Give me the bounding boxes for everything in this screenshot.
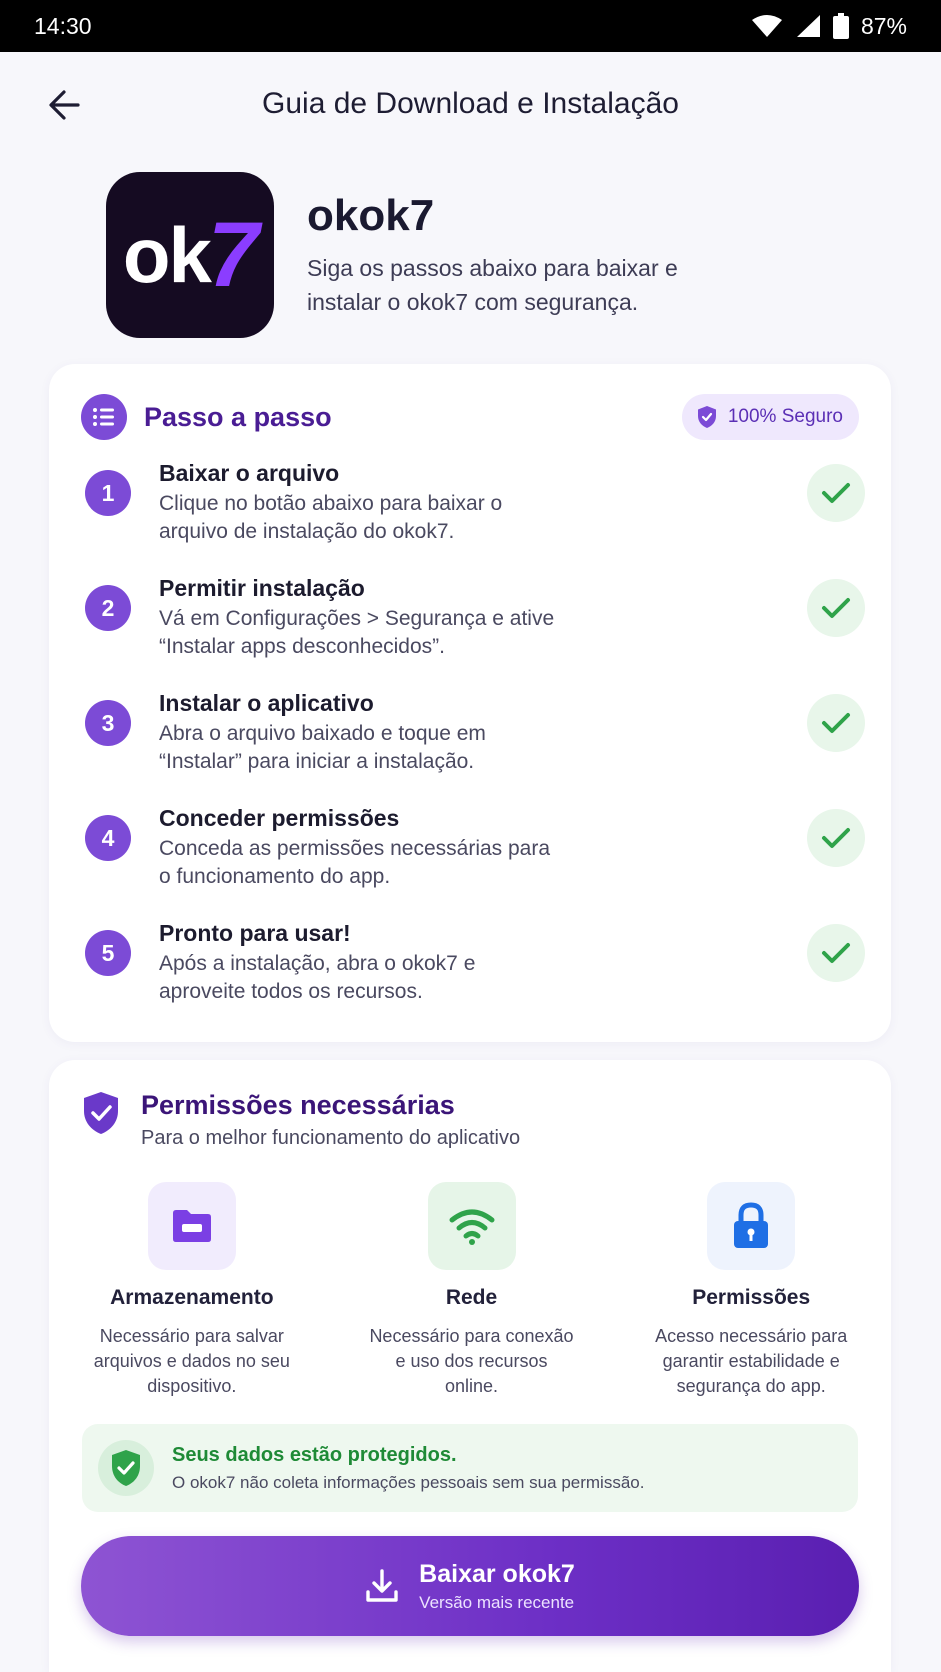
step-description: Clique no botão abaixo para baixar o arq…	[159, 492, 503, 543]
folder-icon	[147, 1182, 236, 1270]
permission-name: Rede	[445, 1286, 498, 1309]
permission-description: Necessário para salvar arquivos e dados …	[93, 1326, 290, 1396]
logo-seven-text: 7	[207, 203, 259, 306]
permission-description: Acesso necessário para garantir estabili…	[655, 1326, 848, 1396]
step-description: Após a instalação, abra o okok7 e aprove…	[159, 952, 476, 1003]
permissions-card: Permissões necessárias Para o melhor fun…	[49, 1060, 891, 1672]
check-icon	[807, 809, 865, 867]
step-number: 1	[85, 470, 131, 516]
check-icon	[807, 464, 865, 522]
steps-list: 1 Baixar o arquivo Clique no botão abaix…	[85, 460, 865, 1035]
step-item: 4 Conceder permissões Conceda as permiss…	[85, 805, 865, 920]
step-number: 3	[85, 700, 131, 746]
data-protected-notice: Seus dados estão protegidos. O okok7 não…	[82, 1424, 858, 1512]
permissions-header: Permissões necessárias Para o melhor fun…	[81, 1090, 520, 1150]
shield-check-icon	[98, 1440, 154, 1496]
steps-card-title: Passo a passo	[144, 401, 332, 432]
logo-ok-text: ok	[122, 210, 212, 299]
permission-items: Armazenamento Necessário para salvar arq…	[49, 1182, 891, 1399]
step-title: Conceder permissões	[159, 805, 400, 831]
step-description: Abra o arquivo baixado e toque em “Insta…	[159, 722, 486, 773]
step-title: Pronto para usar!	[159, 920, 351, 946]
app-description: Siga os passos abaixo para baixar e inst…	[307, 255, 678, 315]
wifi-icon	[427, 1182, 516, 1270]
step-description: Vá em Configurações > Segurança e ative …	[159, 607, 555, 658]
list-icon	[81, 394, 127, 440]
download-icon	[366, 1569, 398, 1602]
steps-card: Passo a passo 100% Seguro 1 Baixar o arq…	[49, 364, 891, 1042]
battery-icon	[832, 13, 849, 39]
app-info: ok 7 okok7 Siga os passos abaixo para bai…	[0, 156, 941, 338]
steps-card-header: Passo a passo	[81, 394, 332, 440]
step-title: Permitir instalação	[159, 575, 365, 601]
app-name: okok7	[307, 191, 435, 240]
status-bar: 14:30 87%	[0, 0, 941, 52]
permission-item-permissions: Permissões Acesso necessário para garant…	[611, 1182, 891, 1399]
check-icon	[807, 694, 865, 752]
step-number: 2	[85, 585, 131, 631]
step-item: 2 Permitir instalação Vá em Configuraçõe…	[85, 575, 865, 690]
protected-title: Seus dados estão protegidos.	[172, 1443, 457, 1466]
step-item: 3 Instalar o aplicativo Abra o arquivo b…	[85, 690, 865, 805]
cell-signal-icon	[796, 15, 820, 37]
status-icons: 87%	[751, 13, 907, 40]
step-description: Conceda as permissões necessárias para o…	[159, 837, 551, 888]
download-button-sublabel: Versão mais recente	[419, 1592, 575, 1612]
app-logo: ok 7	[106, 172, 274, 338]
shield-check-icon	[697, 406, 716, 428]
permissions-subtitle: Para o melhor funcionamento do aplicativ…	[141, 1127, 521, 1149]
safe-badge: 100% Seguro	[681, 394, 859, 440]
app-text: okok7 Siga os passos abaixo para baixar …	[307, 191, 707, 319]
permission-name: Armazenamento	[110, 1286, 274, 1309]
lock-icon	[707, 1182, 796, 1270]
wifi-signal-icon	[751, 15, 782, 37]
download-button[interactable]: Baixar okok7 Versão mais recente	[81, 1536, 859, 1636]
step-number: 5	[85, 930, 131, 976]
protected-description: O okok7 não coleta informações pessoais …	[172, 1472, 645, 1492]
step-number: 4	[85, 815, 131, 861]
battery-percent: 87%	[860, 12, 907, 39]
step-title: Baixar o arquivo	[159, 460, 340, 486]
download-button-label: Baixar okok7	[419, 1559, 575, 1588]
permission-item-storage: Armazenamento Necessário para salvar arq…	[52, 1182, 332, 1399]
permission-description: Necessário para conexão e uso dos recurs…	[369, 1326, 574, 1396]
permission-item-network: Rede Necessário para conexão e uso dos r…	[332, 1182, 612, 1399]
permissions-title: Permissões necessárias	[141, 1090, 455, 1120]
permission-name: Permissões	[692, 1286, 811, 1309]
status-time: 14:30	[34, 12, 92, 39]
page-header: Guia de Download e Instalação	[0, 52, 941, 156]
step-item: 1 Baixar o arquivo Clique no botão abaix…	[85, 460, 865, 575]
shield-check-icon	[84, 1092, 118, 1134]
check-icon	[807, 579, 865, 637]
step-item: 5 Pronto para usar! Após a instalação, a…	[85, 920, 865, 1035]
page-title: Guia de Download e Instalação	[262, 87, 679, 120]
arrow-left-icon	[49, 90, 80, 120]
safe-badge-label: 100% Seguro	[727, 406, 843, 427]
back-button[interactable]	[48, 88, 88, 122]
check-icon	[807, 924, 865, 982]
step-title: Instalar o aplicativo	[159, 690, 374, 716]
